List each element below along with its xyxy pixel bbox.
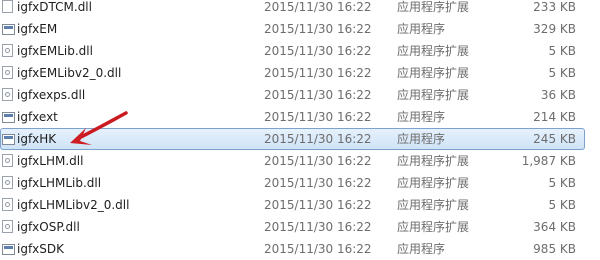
file-name: igfxEM [17,22,58,36]
file-name: igfxHK [17,132,57,146]
file-row[interactable]: igfxEMLibv2_0.dll 2015/11/30 16:22 应用程序扩… [0,62,600,84]
file-size: 5 KB [548,44,576,58]
file-name: igfxEMLib.dll [17,44,93,58]
file-type: 应用程序扩展 [397,198,470,212]
file-size: 5 KB [548,198,576,212]
exe-file-icon [2,112,15,123]
file-name: igfxOSP.dll [17,220,80,234]
file-row[interactable]: igfxEMLib.dll 2015/11/30 16:22 应用程序扩展 5 … [0,40,600,62]
file-type: 应用程序扩展 [397,0,470,14]
file-row[interactable]: igfxLHMLibv2_0.dll 2015/11/30 16:22 应用程序… [0,194,600,216]
file-date: 2015/11/30 16:22 [264,176,372,190]
file-date: 2015/11/30 16:22 [264,66,372,80]
dll-file-icon [2,88,13,101]
file-size: 233 KB [533,0,576,14]
file-type: 应用程序 [397,132,446,146]
file-name: igfxext [17,110,58,124]
file-type: 应用程序扩展 [397,66,470,80]
file-date: 2015/11/30 16:22 [264,154,372,168]
file-row[interactable]: igfxLHMLib.dll 2015/11/30 16:22 应用程序扩展 5… [0,172,600,194]
file-date: 2015/11/30 16:22 [264,0,372,14]
dll-file-icon [2,176,13,189]
file-name: igfxexps.dll [17,88,86,102]
file-size: 5 KB [548,176,576,190]
file-list: igfxDTCM.dll 2015/11/30 16:22 应用程序扩展 233… [0,0,600,260]
file-type: 应用程序扩展 [397,154,470,168]
file-type: 应用程序扩展 [397,88,470,102]
exe-file-icon [2,134,15,145]
file-row[interactable]: igfxLHM.dll 2015/11/30 16:22 应用程序扩展 1,98… [0,150,600,172]
exe-file-icon [2,24,15,35]
file-date: 2015/11/30 16:22 [264,22,372,36]
dll-file-icon [2,0,13,13]
file-date: 2015/11/30 16:22 [264,242,372,256]
file-type: 应用程序扩展 [397,220,470,234]
file-type: 应用程序 [397,22,446,36]
file-size: 214 KB [533,110,576,124]
file-size: 36 KB [540,88,576,102]
dll-file-icon [2,198,13,211]
file-type: 应用程序 [397,110,446,124]
file-row-selected[interactable]: igfxHK 2015/11/30 16:22 应用程序 245 KB [0,128,600,150]
file-name: igfxLHMLib.dll [17,176,102,190]
file-date: 2015/11/30 16:22 [264,44,372,58]
file-size: 329 KB [533,22,576,36]
file-name: igfxSDK [17,242,65,256]
file-type: 应用程序扩展 [397,44,470,58]
file-name: igfxLHM.dll [17,154,84,168]
file-size: 985 KB [533,242,576,256]
file-type: 应用程序扩展 [397,176,470,190]
file-size: 364 KB [533,220,576,234]
file-date: 2015/11/30 16:22 [264,132,372,146]
file-size: 5 KB [548,66,576,80]
file-date: 2015/11/30 16:22 [264,88,372,102]
dll-file-icon [2,44,13,57]
file-row[interactable]: igfxOSP.dll 2015/11/30 16:22 应用程序扩展 364 … [0,216,600,238]
file-row[interactable]: igfxexps.dll 2015/11/30 16:22 应用程序扩展 36 … [0,84,600,106]
dll-file-icon [2,66,13,79]
file-name: igfxLHMLibv2_0.dll [17,198,130,212]
file-row[interactable]: igfxSDK 2015/11/30 16:22 应用程序 985 KB [0,238,600,260]
file-date: 2015/11/30 16:22 [264,110,372,124]
file-name: igfxDTCM.dll [17,0,92,14]
file-type: 应用程序 [397,242,446,256]
file-date: 2015/11/30 16:22 [264,220,372,234]
dll-file-icon [2,220,13,233]
file-row[interactable]: igfxDTCM.dll 2015/11/30 16:22 应用程序扩展 233… [0,0,600,18]
file-row[interactable]: igfxext 2015/11/30 16:22 应用程序 214 KB [0,106,600,128]
file-date: 2015/11/30 16:22 [264,198,372,212]
file-name: igfxEMLibv2_0.dll [17,66,122,80]
file-size: 1,987 KB [521,154,576,168]
file-row[interactable]: igfxEM 2015/11/30 16:22 应用程序 329 KB [0,18,600,40]
dll-file-icon [2,154,13,167]
file-size: 245 KB [533,132,576,146]
